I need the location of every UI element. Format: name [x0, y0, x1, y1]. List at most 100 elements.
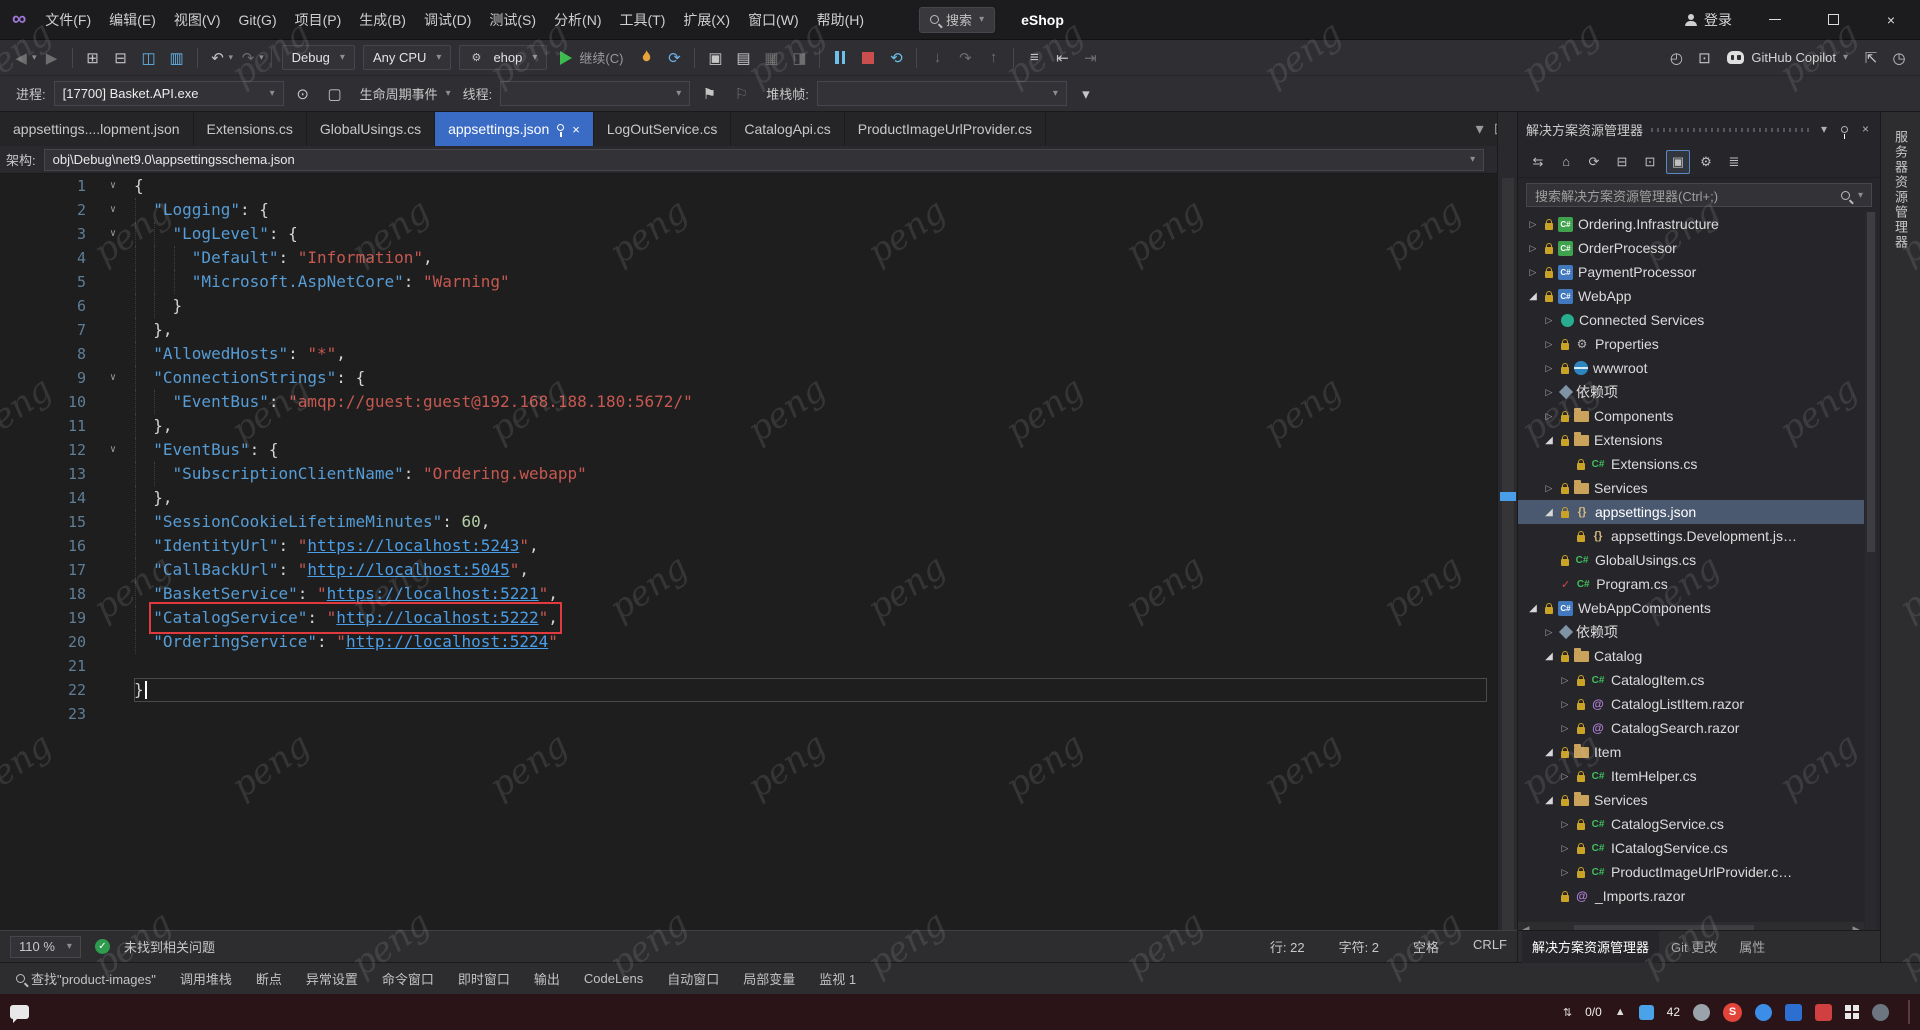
lifecycle-icon[interactable]: ▢ — [322, 81, 348, 107]
stop-debug-icon[interactable] — [855, 45, 881, 71]
tree-item-OrderProcessor[interactable]: ▷ C# OrderProcessor — [1518, 236, 1864, 260]
step-into-icon[interactable]: ↓ — [924, 45, 950, 71]
code-line[interactable]: 18 "BasketService": "https://localhost:52… — [0, 582, 1497, 606]
bottom-tab[interactable]: 断点 — [246, 963, 292, 995]
collapse-arrow-icon[interactable]: ◢ — [1542, 651, 1556, 662]
expand-arrow-icon[interactable]: ▷ — [1558, 675, 1572, 686]
taskbar-chat-icon[interactable] — [10, 1005, 29, 1023]
code-line[interactable]: 14}, — [0, 486, 1497, 510]
tree-item-CatalogService.cs[interactable]: ▷ C# CatalogService.cs — [1518, 812, 1864, 836]
document-tab[interactable]: ProductImageUrlProvider.cs — [845, 112, 1047, 146]
backwards-icon[interactable]: ⇤ — [1049, 45, 1075, 71]
new-file-icon[interactable]: ⊞ — [80, 45, 106, 71]
bottom-tab[interactable]: 调用堆栈 — [170, 963, 242, 995]
expand-arrow-icon[interactable]: ▷ — [1558, 843, 1572, 854]
preview-icon[interactable]: ⊡ — [1691, 45, 1717, 71]
bottom-tab[interactable]: 异常设置 — [296, 963, 368, 995]
code-line[interactable]: 9 ∨ "ConnectionStrings": { — [0, 366, 1497, 390]
expand-arrow-icon[interactable]: ▷ — [1542, 483, 1556, 494]
tree-item-ConnectedServices[interactable]: ▷ Connected Services — [1518, 308, 1864, 332]
collapse-arrow-icon[interactable]: ◢ — [1526, 291, 1540, 302]
code-line[interactable]: 23 — [0, 702, 1497, 726]
expand-arrow-icon[interactable]: ▷ — [1558, 699, 1572, 710]
menu-扩展(X)[interactable]: 扩展(X) — [674, 0, 739, 40]
sign-in-button[interactable]: 登录 — [1671, 0, 1746, 40]
lifecycle-events-button[interactable]: 生命周期事件 — [360, 84, 438, 103]
tree-item-CatalogItem.cs[interactable]: ▷ C# CatalogItem.cs — [1518, 668, 1864, 692]
expand-arrow-icon[interactable]: ▷ — [1558, 819, 1572, 830]
flag-outline-icon[interactable]: ⚐ — [728, 81, 754, 107]
feedback-icon[interactable]: ◴ — [1663, 45, 1689, 71]
bottom-tab[interactable]: CodeLens — [574, 963, 653, 995]
document-tab[interactable]: Extensions.cs — [194, 112, 307, 146]
open-file-icon[interactable]: ⊟ — [108, 45, 134, 71]
collapse-all-icon[interactable]: ⊟ — [1610, 150, 1634, 174]
bell-icon[interactable]: ◷ — [1886, 45, 1912, 71]
hot-reload-icon[interactable] — [633, 45, 659, 71]
preview-selected-icon[interactable]: ≣ — [1722, 150, 1746, 174]
url-link[interactable]: http://localhost:5222 — [336, 608, 538, 627]
url-link[interactable]: http://localhost:5224 — [346, 632, 548, 651]
menu-生成(B)[interactable]: 生成(B) — [350, 0, 415, 40]
expand-arrow-icon[interactable]: ▷ — [1542, 363, 1556, 374]
toolbar-overflow-icon[interactable]: ▾ — [1073, 81, 1099, 107]
share-icon[interactable]: ⇱ — [1858, 45, 1884, 71]
code-line[interactable]: 17 "CallBackUrl": "http://localhost:5045"… — [0, 558, 1497, 582]
tree-item-Extensions[interactable]: ◢ Extensions — [1518, 428, 1864, 452]
sync-active-document-icon[interactable]: ▣ — [1666, 149, 1690, 174]
code-line[interactable]: 22} — [0, 678, 1497, 702]
process-step-icon[interactable]: ⊙ — [290, 81, 316, 107]
tree-item-Components[interactable]: ▷ Components — [1518, 404, 1864, 428]
collapse-arrow-icon[interactable]: ◢ — [1542, 435, 1556, 446]
menu-Git(G)[interactable]: Git(G) — [230, 0, 286, 40]
collapse-arrow-icon[interactable]: ◢ — [1526, 603, 1540, 614]
active-files-dropdown-icon[interactable]: ▾ — [1476, 119, 1484, 139]
tray-expand-chevron[interactable]: ▲ — [1615, 1006, 1626, 1018]
code-line[interactable]: 6} — [0, 294, 1497, 318]
code-line[interactable]: 5 "Microsoft.AspNetCore": "Warning" — [0, 270, 1497, 294]
tray-app-red-square-icon[interactable] — [1815, 1003, 1832, 1021]
fold-chevron-icon[interactable]: ∨ — [92, 222, 134, 246]
pause-debug-icon[interactable] — [827, 45, 853, 71]
expand-arrow-icon[interactable]: ▷ — [1558, 867, 1572, 878]
tree-item-WebApp[interactable]: ◢ C# WebApp — [1518, 284, 1864, 308]
document-tab[interactable]: appsettings.json × — [435, 112, 594, 146]
code-line[interactable]: 8 "AllowedHosts": "*", — [0, 342, 1497, 366]
undo-icon[interactable]: ↶ — [205, 45, 231, 71]
fold-chevron-icon[interactable]: ∨ — [92, 438, 134, 462]
tree-item-_Imports.razor[interactable]: @ _Imports.razor — [1518, 884, 1864, 908]
refresh-icon[interactable]: ⟳ — [1582, 150, 1606, 174]
tree-item-wwwroot[interactable]: ▷ wwwroot — [1518, 356, 1864, 380]
tree-item-PaymentProcessor[interactable]: ▷ C# PaymentProcessor — [1518, 260, 1864, 284]
tree-item-ItemHelper.cs[interactable]: ▷ C# ItemHelper.cs — [1518, 764, 1864, 788]
tree-item-CatalogListItem.razor[interactable]: ▷ @ CatalogListItem.razor — [1518, 692, 1864, 716]
tray-app-blue-square-icon[interactable] — [1785, 1003, 1802, 1021]
show-all-files-icon[interactable]: ⊡ — [1638, 150, 1662, 174]
document-tab[interactable]: LogOutService.cs — [594, 112, 732, 146]
tree-item-Services[interactable]: ▷ Services — [1518, 476, 1864, 500]
menu-测试(S)[interactable]: 测试(S) — [480, 0, 545, 40]
tree-item-依赖项[interactable]: ▷ 依赖项 — [1518, 380, 1864, 404]
tree-item-appsettings.json[interactable]: ◢ {} appsettings.json — [1518, 500, 1864, 524]
tool-tab-Git 更改[interactable]: Git 更改 — [1661, 931, 1727, 963]
properties-icon[interactable]: ⚙ — [1694, 150, 1718, 174]
sogou-ime-icon[interactable]: S — [1723, 1002, 1742, 1022]
tree-item-Extensions.cs[interactable]: C# Extensions.cs — [1518, 452, 1864, 476]
line-marker-icon[interactable]: ≡ — [1021, 45, 1047, 71]
restart-debug-icon[interactable]: ⟲ — [883, 45, 909, 71]
tray-user-icon[interactable] — [1693, 1003, 1710, 1021]
github-copilot-button[interactable]: GitHub Copilot ▾ — [1719, 50, 1856, 65]
flag-icon[interactable]: ⚑ — [696, 81, 722, 107]
tray-app-blue-circle-icon[interactable] — [1755, 1003, 1772, 1021]
menu-项目(P)[interactable]: 项目(P) — [286, 0, 351, 40]
fold-chevron-icon[interactable]: ∨ — [92, 198, 134, 222]
tool-tab-属性[interactable]: 属性 — [1729, 931, 1775, 963]
pin-icon[interactable] — [1838, 122, 1851, 139]
tree-item-Services[interactable]: ◢ Services — [1518, 788, 1864, 812]
window-position-icon[interactable]: ▾ — [1818, 122, 1830, 136]
step-over-icon[interactable]: ↷ — [952, 45, 978, 71]
collapse-arrow-icon[interactable]: ◢ — [1542, 795, 1556, 806]
minimize-button[interactable] — [1746, 0, 1804, 40]
expand-arrow-icon[interactable]: ▷ — [1542, 627, 1556, 638]
code-line[interactable]: 11}, — [0, 414, 1497, 438]
